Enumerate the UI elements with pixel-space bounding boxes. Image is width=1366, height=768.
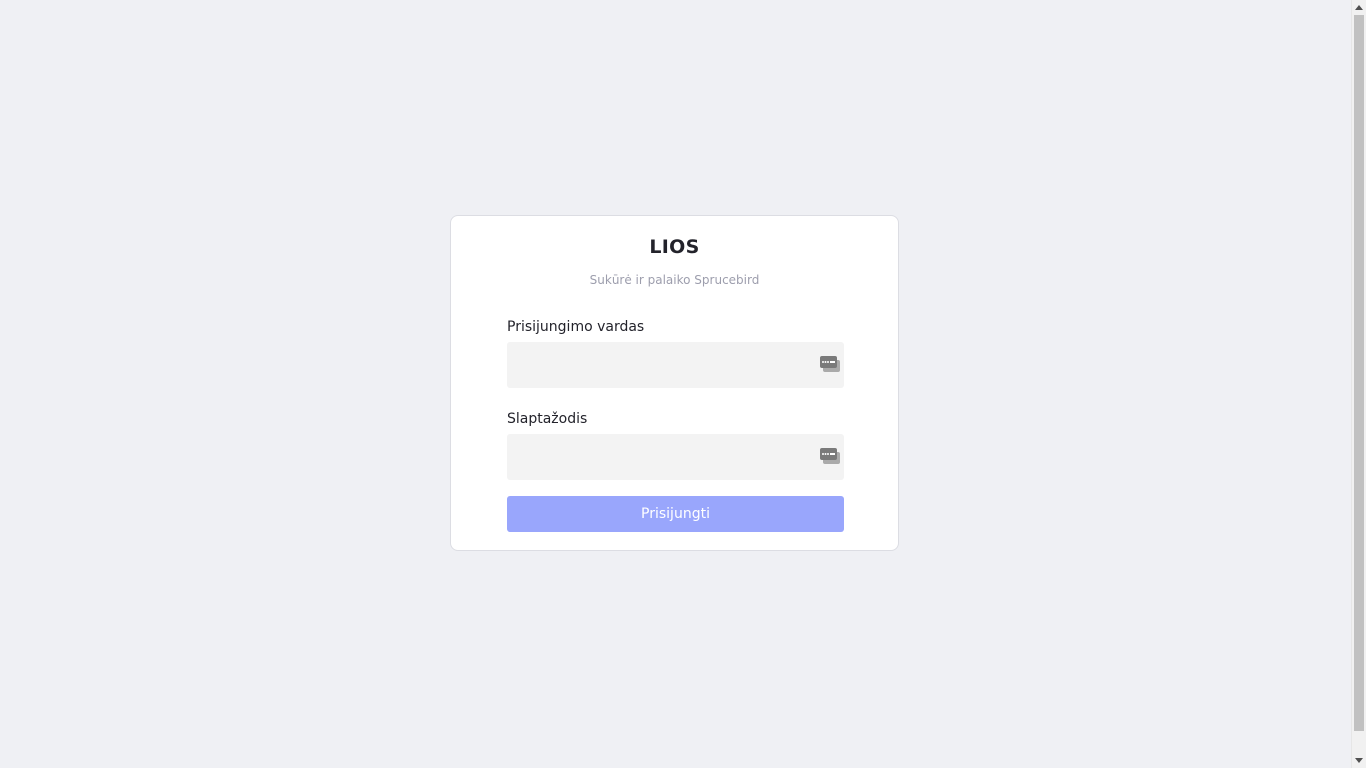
login-card: LIOS Sukūrė ir palaiko Sprucebird Prisij… (450, 215, 899, 551)
username-input[interactable] (507, 342, 844, 388)
username-field-wrapper (507, 342, 844, 388)
app-title: LIOS (649, 236, 700, 258)
username-label: Prisijungimo vardas (507, 319, 645, 335)
password-input[interactable] (507, 434, 844, 480)
app-subtitle: Sukūrė ir palaiko Sprucebird (589, 273, 760, 287)
login-button[interactable]: Prisijungti (507, 496, 844, 532)
scroll-down-arrow-icon[interactable] (1355, 758, 1363, 763)
password-manager-key-icon[interactable] (820, 448, 840, 464)
password-field-wrapper (507, 434, 844, 480)
scroll-thumb[interactable] (1354, 15, 1364, 731)
password-label: Slaptažodis (507, 411, 588, 427)
scroll-up-arrow-icon[interactable] (1355, 5, 1363, 10)
page-scrollbar[interactable] (1351, 0, 1366, 768)
login-page: LIOS Sukūrė ir palaiko Sprucebird Prisij… (0, 0, 1366, 768)
password-manager-key-icon[interactable] (820, 356, 840, 372)
